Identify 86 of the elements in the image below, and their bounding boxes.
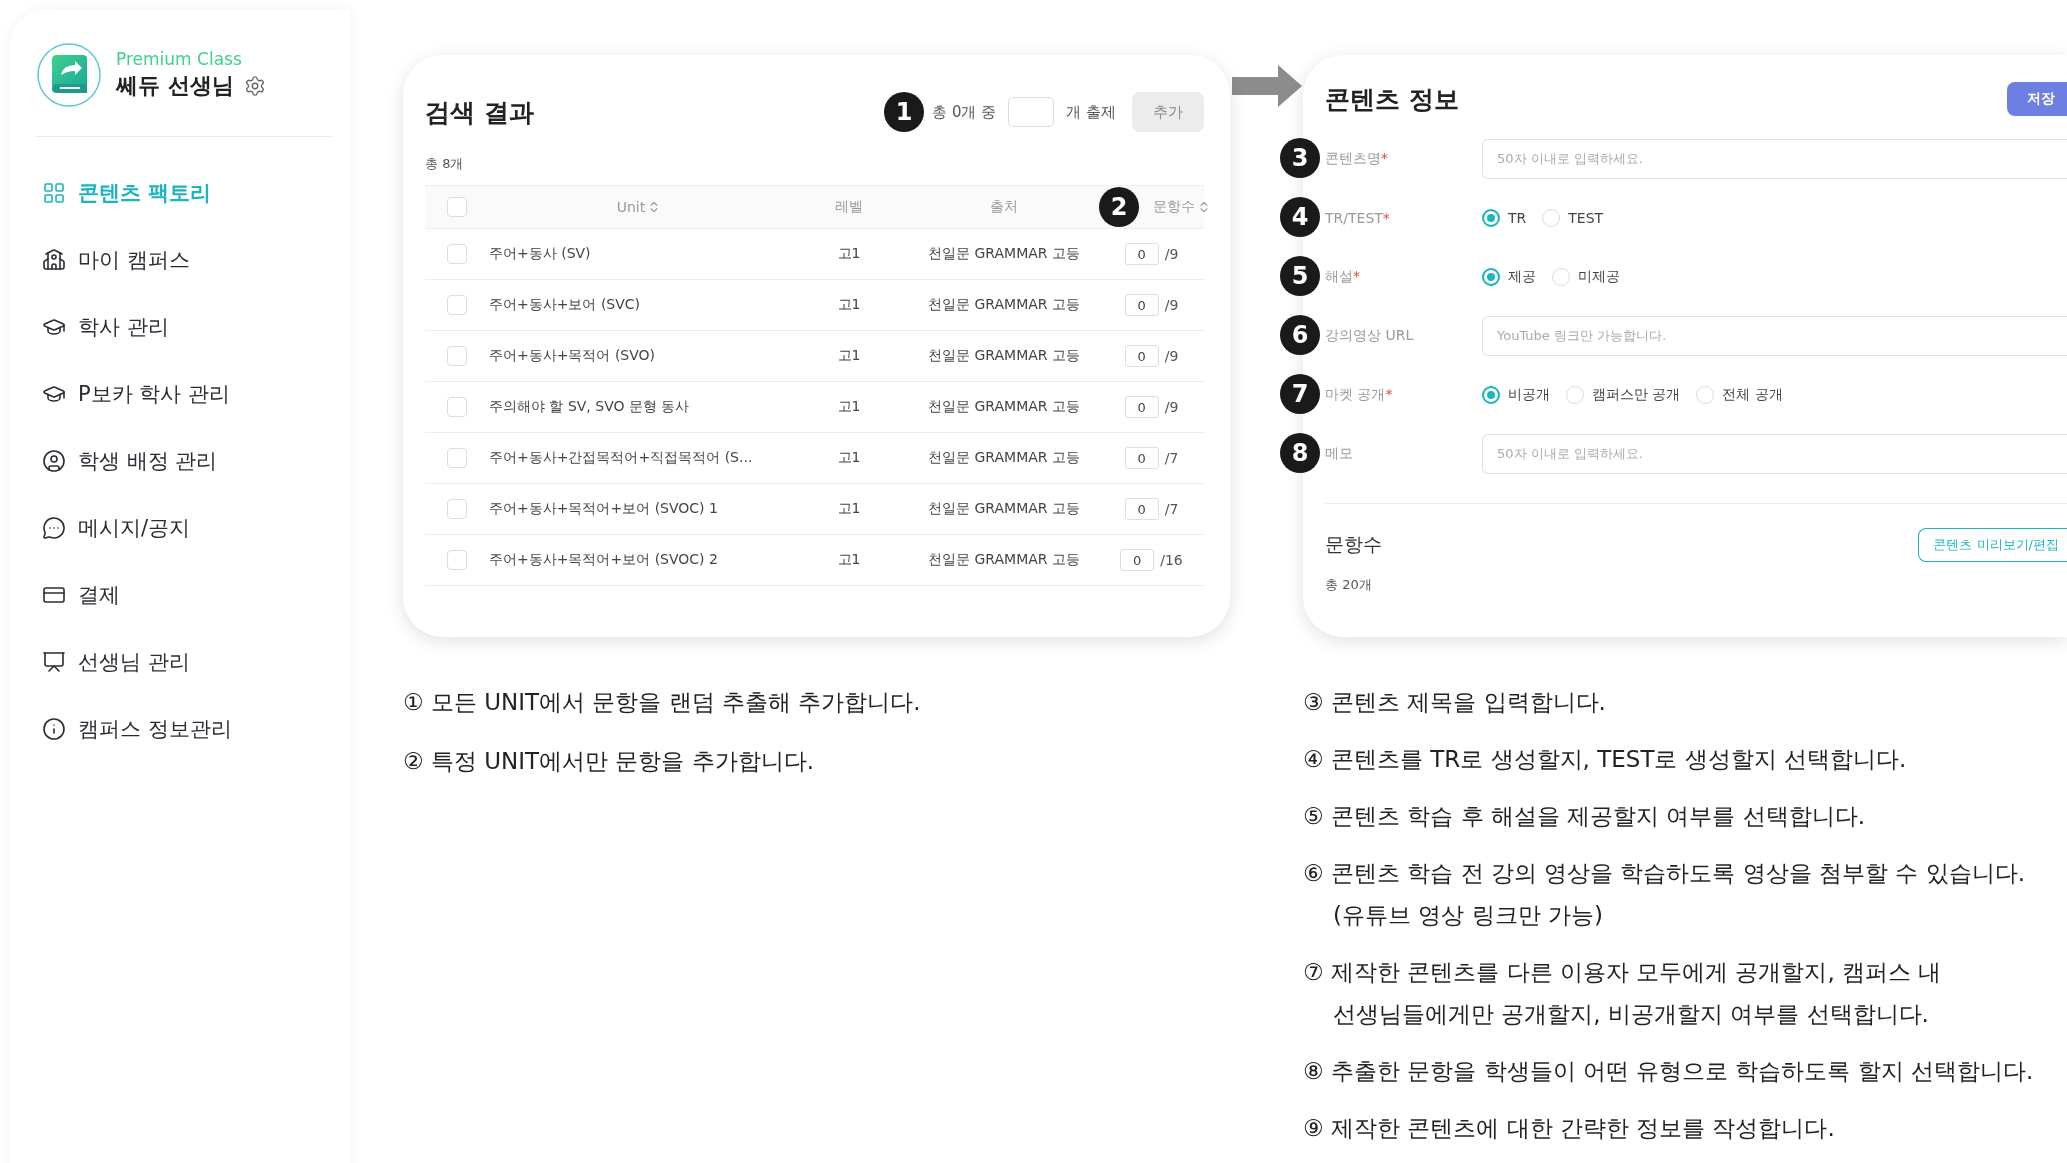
step-marker: 6 bbox=[1280, 315, 1320, 355]
table-cell-text: 고1 bbox=[836, 500, 862, 518]
field-label: 메모 bbox=[1325, 444, 1354, 463]
radio-option[interactable]: 미제공 bbox=[1552, 267, 1620, 286]
table-cell-text: 고1 bbox=[836, 245, 862, 263]
radio-option[interactable]: 제공 bbox=[1482, 267, 1536, 286]
max-count: /9 bbox=[1164, 399, 1179, 415]
step-marker: 2 bbox=[1099, 187, 1139, 227]
sidebar-item[interactable]: 결제 bbox=[36, 561, 120, 628]
table-cell-text: 주의해야 할 SV, SVO 문형 동사 bbox=[489, 398, 691, 416]
max-count: /9 bbox=[1164, 348, 1179, 364]
table-cell-text: 천일문 GRAMMAR 고등 bbox=[927, 449, 1081, 467]
step-marker: 5 bbox=[1280, 256, 1320, 296]
user-name: 쎄듀 선생님 bbox=[116, 72, 234, 100]
count-field[interactable]: 0 bbox=[1124, 345, 1159, 367]
table-cell-text: 고1 bbox=[836, 449, 862, 467]
sidebar-item[interactable]: 학생 배정 관리 bbox=[36, 427, 218, 494]
note-text: ② 특정 UNIT에서만 문항을 추가합니다. bbox=[403, 747, 816, 776]
table-cell-text: 천일문 GRAMMAR 고등 bbox=[927, 245, 1081, 263]
radio-option[interactable]: 비공개 bbox=[1482, 385, 1550, 404]
table-cell-text: 천일문 GRAMMAR 고등 bbox=[927, 347, 1081, 365]
count-field[interactable]: 0 bbox=[1124, 447, 1159, 469]
sidebar-item[interactable]: 마이 캠퍼스 bbox=[36, 226, 190, 293]
step-marker: 3 bbox=[1280, 138, 1320, 178]
max-count: /7 bbox=[1164, 450, 1179, 466]
max-count: /16 bbox=[1160, 552, 1183, 568]
summary-text: 총 0개 중 bbox=[932, 102, 997, 122]
count-field[interactable]: 0 bbox=[1124, 294, 1159, 316]
sidebar-item[interactable]: 학사 관리 bbox=[36, 293, 169, 360]
text-field[interactable]: YouTube 링크만 가능합니다. bbox=[1482, 315, 2067, 356]
table-cell-text: 주어+동사+목적어+보어 (SVOC) 1 bbox=[489, 500, 719, 518]
table-cell-text: 주어+동사+보어 (SVC) bbox=[489, 296, 642, 314]
table-cell-text: 고1 bbox=[836, 398, 862, 416]
note-text: ① 모든 UNIT에서 문항을 랜덤 추출해 추가합니다. bbox=[403, 688, 922, 717]
table-cell-text: 주어+동사+목적어 (SVO) bbox=[489, 347, 657, 365]
note-text: ⑦ 제작한 콘텐츠를 다른 이용자 모두에게 공개할지, 캠퍼스 내 선생님들에게만 공개할지, 비공개할지 여부를 선택합니다. bbox=[1303, 958, 1943, 1029]
count-field[interactable]: 0 bbox=[1124, 396, 1159, 418]
save-button[interactable]: 저장 bbox=[2007, 82, 2067, 116]
radio-option[interactable]: TR bbox=[1482, 208, 1527, 227]
panel-title: 콘텐츠 정보 bbox=[1325, 83, 1459, 116]
step-marker: 8 bbox=[1280, 433, 1320, 473]
count-field[interactable]: 0 bbox=[1124, 243, 1159, 265]
radio-option[interactable]: 전체 공개 bbox=[1696, 385, 1783, 404]
radio-option[interactable]: 캠퍼스만 공개 bbox=[1566, 385, 1681, 404]
radio-option[interactable]: TEST bbox=[1542, 208, 1604, 227]
table-cell-text: 고1 bbox=[836, 347, 862, 365]
sidebar-item[interactable]: 캠퍼스 정보관리 bbox=[36, 695, 232, 762]
panel-title: 검색 결과 bbox=[425, 96, 534, 129]
table-cell-text: 주어+동사+간접목적어+직접목적어 (S... bbox=[489, 449, 754, 467]
count-field[interactable]: 0 bbox=[1120, 549, 1155, 571]
note-text: ⑤ 콘텐츠 학습 후 해설을 제공할지 여부를 선택합니다. bbox=[1303, 802, 1867, 831]
note-text: ④ 콘텐츠를 TR로 생성할지, TEST로 생성할지 선택합니다. bbox=[1303, 745, 1908, 774]
sidebar-item[interactable]: P보카 학사 관리 bbox=[36, 360, 230, 427]
total-count: 총 8개 bbox=[425, 155, 465, 173]
table-cell-text: 고1 bbox=[836, 296, 862, 314]
max-count: /7 bbox=[1164, 501, 1179, 517]
sidebar-item[interactable]: 선생님 관리 bbox=[36, 628, 190, 695]
text-field[interactable]: 50자 이내로 입력하세요. bbox=[1482, 433, 2067, 474]
field-label: 마켓 공개* bbox=[1325, 385, 1394, 404]
step-marker: 7 bbox=[1280, 374, 1320, 414]
table-cell-text: 천일문 GRAMMAR 고등 bbox=[927, 398, 1081, 416]
text-field[interactable]: 50자 이내로 입력하세요. bbox=[1482, 138, 2067, 179]
note-text: ③ 콘텐츠 제목을 입력합니다. bbox=[1303, 688, 1607, 717]
field-label: 해설* bbox=[1325, 267, 1361, 286]
table-cell-text: 고1 bbox=[836, 551, 862, 569]
step-marker: 1 bbox=[884, 92, 925, 132]
max-count: /9 bbox=[1164, 297, 1179, 313]
max-count: /9 bbox=[1164, 246, 1179, 262]
field-label: 콘텐츠명* bbox=[1325, 149, 1389, 168]
step-marker: 4 bbox=[1280, 197, 1320, 237]
note-text: ⑥ 콘텐츠 학습 전 강의 영상을 학습하도록 영상을 첨부할 수 있습니다. (유튜브 영상 링크만 가능) bbox=[1303, 859, 2027, 930]
table-cell-text: 주어+동사 (SV) bbox=[489, 245, 592, 263]
total-count: 총 20개 bbox=[1325, 576, 1373, 594]
table-cell-text: 천일문 GRAMMAR 고등 bbox=[927, 551, 1081, 569]
section-title: 문항수 bbox=[1325, 532, 1382, 557]
note-text: ⑧ 추출한 문항을 학생들이 어떤 유형으로 학습하도록 할지 선택합니다. bbox=[1303, 1057, 2035, 1086]
summary-text: 개 출제 bbox=[1066, 102, 1116, 122]
table-cell-text: 천일문 GRAMMAR 고등 bbox=[927, 296, 1081, 314]
count-field[interactable]: 0 bbox=[1124, 498, 1159, 520]
table-cell-text: 천일문 GRAMMAR 고등 bbox=[927, 500, 1081, 518]
sidebar-item[interactable]: 메시지/공지 bbox=[36, 494, 191, 561]
field-label: 강의영상 URL bbox=[1325, 326, 1415, 345]
field-label: TR/TEST* bbox=[1325, 209, 1391, 226]
plan-label: Premium Class bbox=[116, 49, 243, 69]
table-cell-text: 주어+동사+목적어+보어 (SVOC) 2 bbox=[489, 551, 719, 569]
note-text: ⑨ 제작한 콘텐츠에 대한 간략한 정보를 작성합니다. bbox=[1303, 1114, 1836, 1143]
